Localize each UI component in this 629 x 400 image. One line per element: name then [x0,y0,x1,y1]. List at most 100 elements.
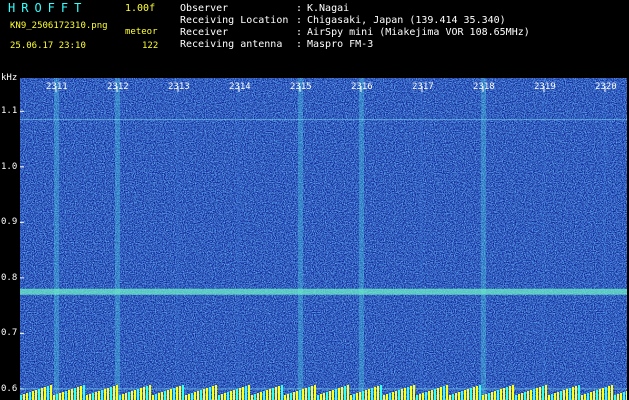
count-label: 122 [142,41,159,51]
info-label-receiver: Receiver [180,27,229,38]
timestamp-label: 25.06.17 23:10 [10,41,86,51]
level-bar [452,394,454,400]
mode-label: meteor [125,27,158,37]
spectrogram-plot [20,78,627,400]
level-bar [29,392,31,400]
level-bar [101,390,103,400]
meteor-column [542,78,545,400]
level-bar [293,392,295,400]
level-bar [296,391,298,400]
level-bar [224,393,226,400]
level-bar [596,390,598,400]
version-label: 1.00f [125,3,156,14]
level-bar [515,395,517,400]
level-bar [122,394,124,400]
level-bar [413,385,415,400]
level-bar [440,387,442,400]
level-bar [314,385,316,400]
x-tick-label: 2320 [595,82,617,92]
level-bar [221,394,223,400]
level-bar [188,394,190,400]
y-tick-label: 1.1 [1,106,18,117]
meteor-column [237,78,240,400]
level-bar [47,386,49,400]
x-tick-label: 2313 [168,82,190,92]
level-bar [329,391,331,400]
x-tick-label: 2312 [107,82,129,92]
level-bar [512,385,514,400]
level-bar [341,387,343,400]
level-bar [23,394,25,400]
x-tick-label: 2314 [229,82,251,92]
level-bar [410,386,412,400]
y-tick-label: 0.8 [1,272,18,283]
level-bar [500,389,502,400]
app-logo: HROFFT [8,1,88,15]
x-tick-label: 2316 [351,82,373,92]
level-bar [623,392,625,400]
level-bar [158,393,160,400]
level-bar [542,386,544,400]
info-separator: : [296,27,303,38]
spectrogram-speckle [20,78,627,400]
level-bar [218,395,220,400]
x-tick-label: 2315 [290,82,312,92]
level-bar [119,395,121,400]
level-bar [479,385,481,400]
level-bar [599,389,601,400]
level-bar [53,395,55,400]
level-bar [299,390,301,400]
level-bar [167,390,169,400]
level-bar [446,385,448,400]
level-bar [554,393,556,400]
level-bar [347,385,349,400]
level-bar [491,392,493,400]
level-bar [116,385,118,400]
info-label-location: Receiving Location [180,15,289,26]
level-bar [281,385,283,400]
level-bar [146,386,148,400]
level-bar [560,391,562,400]
info-label-observer: Observer [180,3,229,14]
level-bar [368,389,370,400]
level-bar [443,386,445,400]
level-bar [509,386,511,400]
level-bar [41,388,43,400]
level-bar [305,388,307,400]
level-bar [461,391,463,400]
level-bar [539,387,541,400]
level-bar [524,392,526,400]
level-bar [110,387,112,400]
level-bar [485,394,487,400]
level-bar [521,393,523,400]
level-bar [590,392,592,400]
level-bar [155,394,157,400]
meteor-column [176,78,179,400]
y-tick-label: 1.0 [1,161,18,172]
level-bar [197,391,199,400]
level-bar [149,385,151,400]
y-tick-label: 0.9 [1,217,18,228]
level-bar [86,395,88,400]
level-bar [527,391,529,400]
level-bar [203,389,205,400]
level-bar [575,386,577,400]
level-bar [497,390,499,400]
level-bar [212,386,214,400]
level-bar [335,389,337,400]
x-tick-label: 2319 [534,82,556,92]
level-bar [71,389,73,400]
level-bar [257,393,259,400]
signal-line [20,119,627,121]
level-bar [50,385,52,400]
level-bar [350,395,352,400]
level-bar [611,385,613,400]
level-bar [83,385,85,400]
level-bar [239,388,241,400]
level-bar [251,395,253,400]
level-bar [20,395,22,400]
level-bar [584,394,586,400]
level-bar [317,395,319,400]
level-bar [233,390,235,400]
level-bar [59,393,61,400]
